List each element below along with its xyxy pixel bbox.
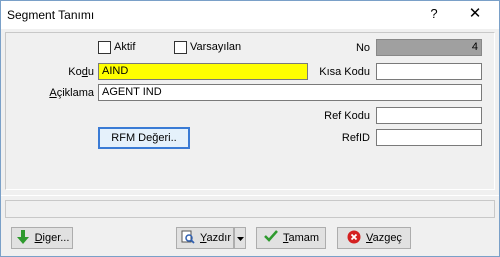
kodu-label: Kodu xyxy=(68,66,94,78)
diger-label: Diger... xyxy=(34,232,70,244)
aciklama-label: Açiklama xyxy=(49,87,94,99)
print-preview-icon xyxy=(180,230,196,246)
rfm-degeri-button[interactable]: RFM Değeri.. xyxy=(98,127,190,149)
yazdir-label: Yazdır xyxy=(200,232,231,244)
yazdir-dropdown-button[interactable] xyxy=(234,227,246,249)
window-title: Segment Tanımı xyxy=(7,8,95,22)
vazgec-button[interactable]: Vazgeç xyxy=(337,227,411,249)
chevron-down-icon xyxy=(236,232,244,244)
kisa-kodu-label: Kısa Kodu xyxy=(319,66,370,78)
rfm-degeri-label: RFM Değeri.. xyxy=(111,132,177,144)
ref-kodu-label: Ref Kodu xyxy=(324,110,370,122)
tamam-button[interactable]: Tamam xyxy=(256,227,326,249)
yazdir-button[interactable]: Yazdır xyxy=(176,227,234,249)
kodu-input[interactable]: AIND xyxy=(98,63,308,80)
refid-label: RefID xyxy=(341,132,370,144)
tamam-label: Tamam xyxy=(282,232,320,244)
arrow-down-icon xyxy=(15,230,31,246)
ref-kodu-input[interactable] xyxy=(376,107,482,124)
close-button[interactable]: ✕ xyxy=(455,3,495,25)
no-field: 4 xyxy=(376,39,482,56)
varsayilan-label: Varsayılan xyxy=(190,41,242,53)
cancel-icon xyxy=(346,230,362,246)
separator xyxy=(1,195,499,196)
varsayilan-checkbox[interactable] xyxy=(174,41,187,54)
help-button[interactable]: ? xyxy=(419,3,449,25)
dialog-window: Segment Tanımı ? ✕ Aktif Varsayılan No 4… xyxy=(0,0,500,257)
vazgec-label: Vazgeç xyxy=(366,232,402,244)
dialog-body: Aktif Varsayılan No 4 Kodu AIND Kısa Kod… xyxy=(1,29,499,256)
aktif-label: Aktif xyxy=(114,41,136,53)
title-bar: Segment Tanımı ? ✕ xyxy=(1,1,499,29)
refid-input[interactable] xyxy=(376,129,482,146)
status-bar xyxy=(5,200,495,218)
kisa-kodu-input[interactable] xyxy=(376,63,482,80)
aciklama-input[interactable]: AGENT IND xyxy=(98,84,482,101)
aktif-checkbox[interactable] xyxy=(98,41,111,54)
checkmark-icon xyxy=(263,230,279,246)
no-label: No xyxy=(355,42,370,54)
diger-button[interactable]: Diger... xyxy=(11,227,73,249)
form-panel: Aktif Varsayılan No 4 Kodu AIND Kısa Kod… xyxy=(5,32,495,190)
